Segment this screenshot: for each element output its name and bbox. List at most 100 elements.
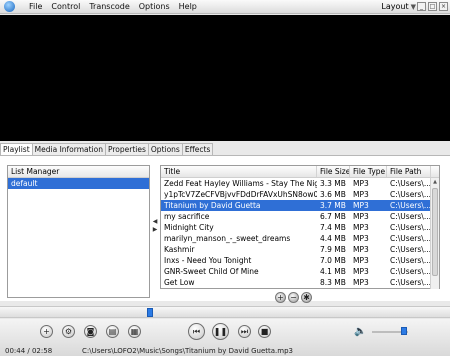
tab-media-information[interactable]: Media Information <box>31 143 106 155</box>
list-manager: List Manager default <box>7 165 150 298</box>
grid-button[interactable]: ▦ <box>128 325 141 338</box>
minimize-icon[interactable]: _ <box>417 2 426 11</box>
track-file-path: C:\Users\... <box>390 256 431 265</box>
menu-transcode[interactable]: Transcode <box>89 2 129 11</box>
menu-help[interactable]: Help <box>179 2 197 11</box>
track-title: Kashmir <box>164 245 195 254</box>
table-row[interactable]: my sacrifice 6.7 MB MP3 C:\Users\... <box>161 211 439 222</box>
pause-button[interactable]: ❚❚ <box>212 323 229 340</box>
table-row[interactable]: Kashmir 7.9 MB MP3 C:\Users\... <box>161 244 439 255</box>
settings-gear-button[interactable]: ⚙ <box>62 325 75 338</box>
track-title: Get Low <box>164 278 195 287</box>
previous-button[interactable]: ⏮ <box>188 323 205 340</box>
track-title: y1pTcV7ZeCFVBjvvFDdDrFAVxUhSN8ow0lr... <box>164 190 317 199</box>
add-file-button[interactable]: + <box>40 325 53 338</box>
playlist-actions: + − ✱ <box>275 292 312 303</box>
column-file-path[interactable]: File Path <box>387 166 431 177</box>
scroll-up-icon[interactable]: ▲ <box>431 178 439 187</box>
table-row[interactable]: Titanium by David Guetta 3.7 MB MP3 C:\User… <box>161 200 439 211</box>
track-file-path: C:\Users\... <box>390 245 431 254</box>
track-title: GNR-Sweet Child Of Mine <box>164 267 259 276</box>
close-icon[interactable]: × <box>439 2 448 11</box>
table-row[interactable]: Midnight City 7.4 MB MP3 C:\Users\... <box>161 222 439 233</box>
playlist-panel: List Manager default ◀ ▶ Title File Size … <box>0 155 450 303</box>
track-title: Titanium by David Guetta <box>164 201 261 210</box>
maximize-icon[interactable]: □ <box>428 2 437 11</box>
table-header: Title File Size File Type File Path <box>161 166 439 178</box>
track-title: marilyn_manson_-_sweet_dreams <box>164 234 291 243</box>
track-file-size: 3.7 MB <box>320 201 346 210</box>
tab-effects[interactable]: Effects <box>181 143 214 155</box>
current-file-path: C:\Users\LOFO2\Music\Songs\Titanium by D… <box>82 347 293 355</box>
column-file-size[interactable]: File Size <box>317 166 350 177</box>
track-table: Title File Size File Type File Path Zedd… <box>160 165 440 289</box>
table-row[interactable]: Inxs - Need You Tonight 7.0 MB MP3 C:\Users… <box>161 255 439 266</box>
table-row[interactable]: GNR-Sweet Child Of Mine 4.1 MB MP3 C:\Users… <box>161 266 439 277</box>
track-file-type: MP3 <box>353 278 369 287</box>
snapshot-button[interactable]: ◙ <box>84 325 97 338</box>
tab-bar: Playlist Media Information Properties Op… <box>0 143 214 156</box>
menu-options[interactable]: Options <box>139 2 170 11</box>
next-button[interactable]: ⏭ <box>238 325 251 338</box>
track-file-size: 3.3 MB <box>320 179 346 188</box>
track-file-type: MP3 <box>353 256 369 265</box>
video-area[interactable] <box>0 15 450 141</box>
track-file-type: MP3 <box>353 179 369 188</box>
menu-file[interactable]: File <box>29 2 42 11</box>
splitter-handle[interactable]: ◀ ▶ <box>152 218 158 242</box>
track-title: Midnight City <box>164 223 214 232</box>
remove-track-button[interactable]: − <box>288 292 299 303</box>
table-row[interactable]: marilyn_manson_-_sweet_dreams 4.4 MB MP3 C:… <box>161 233 439 244</box>
volume-icon[interactable]: 🔈 <box>354 326 366 337</box>
track-file-path: C:\Users\... <box>390 201 431 210</box>
layout-button[interactable]: Layout ▼ <box>381 2 416 11</box>
track-title: Inxs - Need You Tonight <box>164 256 252 265</box>
column-file-type[interactable]: File Type <box>350 166 387 177</box>
table-row[interactable]: Get Low 8.3 MB MP3 C:\Users\... <box>161 277 439 288</box>
track-file-size: 7.4 MB <box>320 223 346 232</box>
track-file-type: MP3 <box>353 234 369 243</box>
playlist-button[interactable]: ▤ <box>106 325 119 338</box>
chevron-down-icon: ▼ <box>410 2 416 11</box>
track-file-path: C:\Users\... <box>390 267 431 276</box>
scrollbar-thumb[interactable] <box>432 188 438 276</box>
track-file-path: C:\Users\... <box>390 212 431 221</box>
menu-control[interactable]: Control <box>51 2 80 11</box>
control-bar: + ⚙ ◙ ▤ ▦ ⏮ ❚❚ ⏭ ■ 🔈 00:44 / 02:58 C:\Us… <box>0 319 450 356</box>
track-file-size: 4.4 MB <box>320 234 346 243</box>
vertical-scrollbar[interactable]: ▲ <box>430 178 439 289</box>
track-file-size: 6.7 MB <box>320 212 346 221</box>
track-title: my sacrifice <box>164 212 210 221</box>
track-file-type: MP3 <box>353 190 369 199</box>
track-file-size: 8.3 MB <box>320 278 346 287</box>
tab-options[interactable]: Options <box>147 143 183 155</box>
track-file-type: MP3 <box>353 267 369 276</box>
list-item-default[interactable]: default <box>8 178 149 189</box>
volume-thumb[interactable] <box>401 327 407 335</box>
track-file-path: C:\Users\... <box>390 278 431 287</box>
track-file-type: MP3 <box>353 212 369 221</box>
track-file-type: MP3 <box>353 201 369 210</box>
window-controls: _ □ × <box>417 2 448 11</box>
track-file-path: C:\Users\... <box>390 190 431 199</box>
track-rows: Zedd Feat Hayley Williams - Stay The Nig… <box>161 178 439 288</box>
seek-bar[interactable] <box>0 306 450 318</box>
track-file-size: 4.1 MB <box>320 267 346 276</box>
track-file-size: 3.6 MB <box>320 190 346 199</box>
seek-thumb[interactable] <box>147 308 153 317</box>
tools-button[interactable]: ✱ <box>301 292 312 303</box>
table-row[interactable]: y1pTcV7ZeCFVBjvvFDdDrFAVxUhSN8ow0lr... 3.… <box>161 189 439 200</box>
add-track-button[interactable]: + <box>275 292 286 303</box>
tab-properties[interactable]: Properties <box>105 143 149 155</box>
layout-label: Layout <box>381 2 409 11</box>
track-title: Zedd Feat Hayley Williams - Stay The Nig… <box>164 179 317 188</box>
table-row[interactable]: Zedd Feat Hayley Williams - Stay The Nig… <box>161 178 439 189</box>
track-file-type: MP3 <box>353 245 369 254</box>
track-file-path: C:\Users\... <box>390 179 431 188</box>
track-file-path: C:\Users\... <box>390 223 431 232</box>
time-readout: 00:44 / 02:58 <box>5 347 53 355</box>
app-logo-icon[interactable] <box>4 1 15 12</box>
column-title[interactable]: Title <box>161 166 317 177</box>
track-file-size: 7.0 MB <box>320 256 346 265</box>
stop-button[interactable]: ■ <box>258 325 271 338</box>
